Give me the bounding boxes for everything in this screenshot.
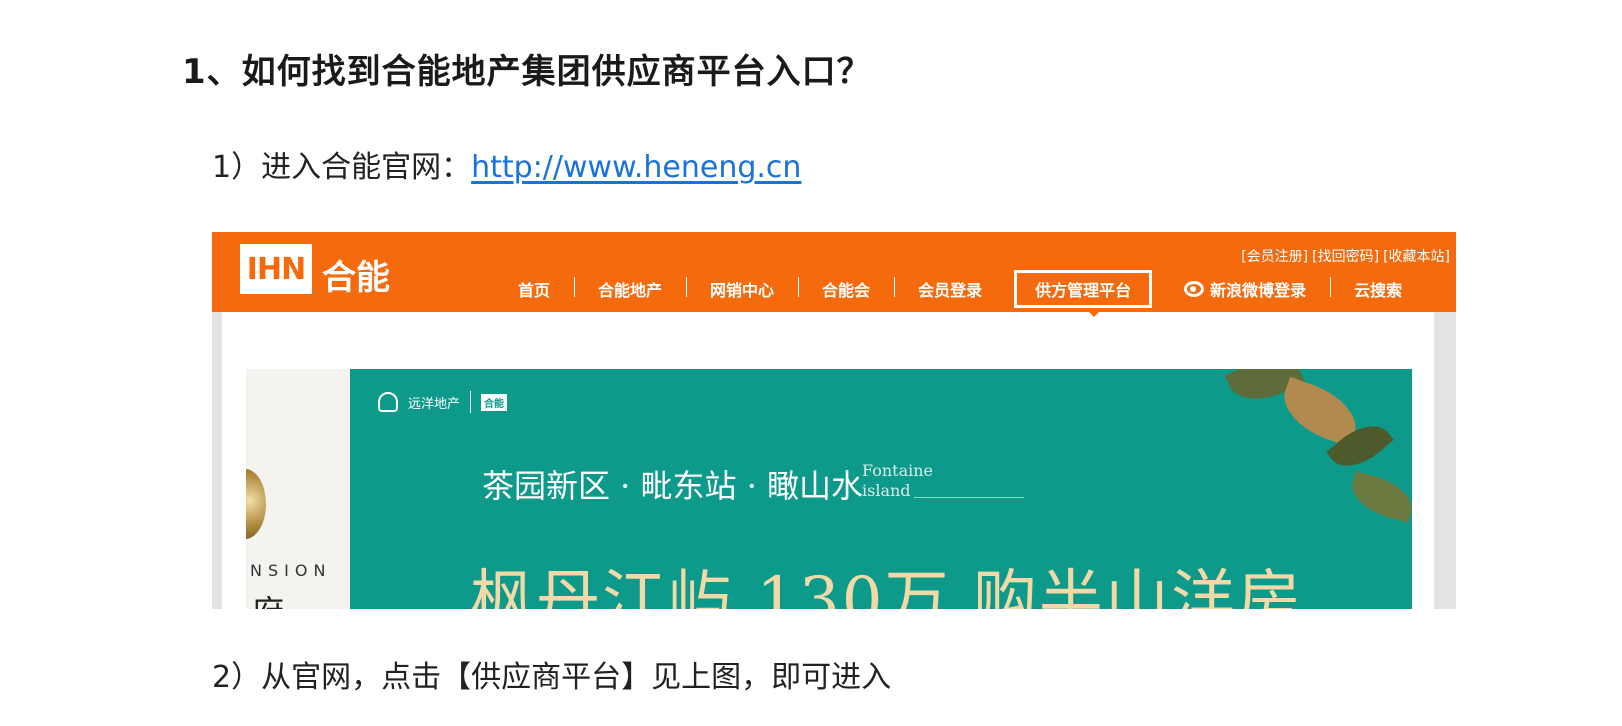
top-links: [会员注册] [找回密码] [收藏本站] xyxy=(1241,246,1450,266)
fontaine-island-text: Fontaine island xyxy=(862,461,933,501)
page-gutter-left xyxy=(212,312,222,609)
brand-divider xyxy=(470,391,472,413)
promo-banner[interactable]: 远洋地产 合能 茶园新区 · 毗东站 · 瞰山水 Fontaine island… xyxy=(350,369,1412,609)
nav-member-login[interactable]: 会员登录 xyxy=(894,277,1006,301)
page-gutter-right xyxy=(1434,312,1456,609)
nav-weibo-login-label: 新浪微博登录 xyxy=(1210,281,1307,300)
heneng-logo-mark[interactable]: IHN xyxy=(240,244,312,294)
heneng-website-link[interactable]: http://www.heneng.cn xyxy=(471,150,801,185)
island-word: island xyxy=(862,481,911,500)
step-2: 2）从官网，点击【供应商平台】见上图，即可进入 xyxy=(212,660,892,695)
sino-ocean-logo-icon xyxy=(378,392,398,412)
website-screenshot: IHN 合能 [会员注册] [找回密码] [收藏本站] 首页 合能地产 网销中心… xyxy=(212,232,1456,609)
nav-weibo-login[interactable]: 新浪微博登录 xyxy=(1160,277,1330,301)
nav-cloud-search[interactable]: 云搜索 xyxy=(1330,277,1426,301)
find-password-link[interactable]: [找回密码] xyxy=(1312,246,1379,266)
fontaine-word: Fontaine xyxy=(862,461,934,480)
banner-tagline: 茶园新区 · 毗东站 · 瞰山水 xyxy=(482,467,864,505)
nav-heneng-real-estate[interactable]: 合能地产 xyxy=(574,277,686,301)
fontaine-underline xyxy=(914,497,1024,498)
main-nav: 首页 合能地产 网销中心 合能会 会员登录 供方管理平台 新浪微博登录 云搜索 xyxy=(494,270,1426,308)
page-title: 1、如何找到合能地产集团供应商平台入口？ xyxy=(182,52,872,92)
weibo-icon xyxy=(1184,281,1205,297)
heneng-logo-text[interactable]: 合能 xyxy=(322,250,390,299)
fu-character: 府 xyxy=(252,587,284,609)
register-link[interactable]: [会员注册] xyxy=(1241,246,1308,266)
bookmark-link[interactable]: [收藏本站] xyxy=(1383,246,1450,266)
step-1: 1）进入合能官网：http://www.heneng.cn xyxy=(212,142,801,186)
nav-home[interactable]: 首页 xyxy=(494,277,574,301)
gold-medal-graphic xyxy=(246,469,266,539)
banner-brand-row: 远洋地产 合能 xyxy=(378,391,508,413)
nav-online-sales[interactable]: 网销中心 xyxy=(686,277,798,301)
site-header: IHN 合能 [会员注册] [找回密码] [收藏本站] 首页 合能地产 网销中心… xyxy=(212,232,1456,312)
nav-heneng-club[interactable]: 合能会 xyxy=(798,277,894,301)
active-nav-pointer xyxy=(1086,309,1102,317)
heneng-small-logo: 合能 xyxy=(481,393,508,411)
mansion-text: NSION xyxy=(250,561,332,580)
nav-supplier-platform[interactable]: 供方管理平台 xyxy=(1014,270,1153,308)
sino-ocean-name: 远洋地产 xyxy=(408,396,461,412)
previous-slide-peek[interactable]: NSION 府 xyxy=(246,369,350,609)
leaf-decoration xyxy=(1346,471,1412,523)
step-1-text: 1）进入合能官网： xyxy=(212,150,472,185)
banner-headline: 枫丹江屿 130万 购半山洋房 xyxy=(470,564,1303,609)
